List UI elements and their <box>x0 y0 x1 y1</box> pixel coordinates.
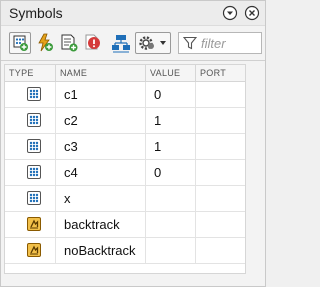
symbols-panel: Symbols filter TYPE NAME VALUE PORT c1 0… <box>0 0 266 287</box>
value-cell[interactable]: 1 <box>146 108 196 133</box>
port-cell[interactable] <box>196 212 245 237</box>
port-cell[interactable] <box>196 238 245 263</box>
add-data-button[interactable] <box>9 32 31 54</box>
column-header-port[interactable]: PORT <box>196 65 245 81</box>
data-icon <box>27 113 41 127</box>
table-row[interactable]: noBacktrack <box>5 238 245 264</box>
value-cell[interactable]: 0 <box>146 82 196 107</box>
column-header-value[interactable]: VALUE <box>146 65 196 81</box>
event-icon <box>27 217 41 231</box>
hierarchy-icon <box>112 35 130 53</box>
data-icon <box>27 139 41 153</box>
name-cell[interactable]: backtrack <box>56 212 146 237</box>
type-cell <box>5 212 56 237</box>
value-cell[interactable]: 1 <box>146 134 196 159</box>
panel-menu-icon[interactable] <box>222 5 238 21</box>
name-cell[interactable]: x <box>56 186 146 211</box>
type-cell <box>5 134 56 159</box>
symbols-toolbar <box>1 26 265 61</box>
table-row[interactable]: backtrack <box>5 212 245 238</box>
name-cell[interactable]: c2 <box>56 108 146 133</box>
table-row[interactable]: c2 1 <box>5 108 245 134</box>
name-cell[interactable]: c1 <box>56 82 146 107</box>
type-cell <box>5 238 56 263</box>
table-row[interactable]: c4 0 <box>5 160 245 186</box>
port-cell[interactable] <box>196 160 245 185</box>
symbols-table: TYPE NAME VALUE PORT c1 0 c2 1 c3 1 c4 0… <box>4 64 246 274</box>
column-header-type[interactable]: TYPE <box>5 65 56 81</box>
port-cell[interactable] <box>196 108 245 133</box>
type-cell <box>5 108 56 133</box>
name-cell[interactable]: c3 <box>56 134 146 159</box>
settings-dropdown-button[interactable] <box>135 32 171 54</box>
panel-title-bar: Symbols <box>1 1 265 26</box>
name-cell[interactable]: c4 <box>56 160 146 185</box>
type-cell <box>5 82 56 107</box>
port-cell[interactable] <box>196 186 245 211</box>
filter-box <box>178 32 262 54</box>
filter-icon <box>183 36 197 50</box>
port-cell[interactable] <box>196 82 245 107</box>
model-explorer-button[interactable] <box>110 32 132 54</box>
panel-title: Symbols <box>9 5 63 21</box>
value-cell[interactable]: 0 <box>146 160 196 185</box>
name-cell[interactable]: noBacktrack <box>56 238 146 263</box>
vertical-scrollbar[interactable] <box>249 64 263 274</box>
panel-close-icon[interactable] <box>244 5 260 21</box>
add-message-icon <box>61 34 78 52</box>
table-row[interactable]: c3 1 <box>5 134 245 160</box>
add-event-button[interactable] <box>34 32 56 54</box>
type-cell <box>5 160 56 185</box>
data-icon <box>27 87 41 101</box>
column-header-name[interactable]: NAME <box>56 65 146 81</box>
resolve-undefined-icon <box>85 34 100 50</box>
gear-icon <box>139 36 166 50</box>
data-icon <box>27 191 41 205</box>
resolve-undefined-button[interactable] <box>82 32 104 54</box>
value-cell[interactable] <box>146 186 196 211</box>
event-icon <box>27 243 41 257</box>
table-row[interactable]: c1 0 <box>5 82 245 108</box>
filter-input[interactable] <box>201 35 259 51</box>
table-row[interactable]: x <box>5 186 245 212</box>
table-header: TYPE NAME VALUE PORT <box>5 65 245 82</box>
value-cell[interactable] <box>146 212 196 237</box>
add-event-icon <box>38 33 53 52</box>
data-icon <box>27 165 41 179</box>
add-message-button[interactable] <box>58 32 80 54</box>
type-cell <box>5 186 56 211</box>
port-cell[interactable] <box>196 134 245 159</box>
value-cell[interactable] <box>146 238 196 263</box>
add-data-icon <box>13 35 28 51</box>
